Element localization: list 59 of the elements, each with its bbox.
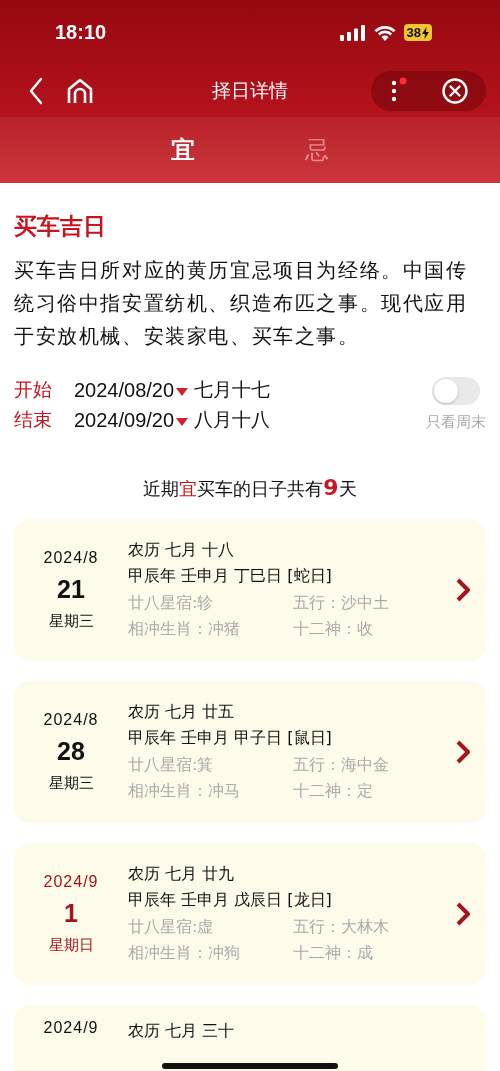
day-number: 21 — [57, 575, 85, 604]
day-card[interactable]: 2024/9 1 星期日 农历 七月 廿九 甲辰年 壬申月 戊辰日 [龙日] 廿八星宿:虚 五行：大林木 相冲生肖：冲狗 十二神：成 — [14, 843, 486, 985]
lunar-date: 八月十八 — [194, 407, 271, 432]
close-icon[interactable] — [441, 77, 470, 105]
weekday-text: 星期三 — [48, 774, 94, 793]
detail-text: 相冲生肖：冲狗 — [128, 942, 241, 964]
caret-icon — [176, 417, 189, 426]
detail-text: 五行：海中金 — [293, 754, 390, 776]
month-text: 2024/9 — [43, 1019, 99, 1037]
chevron-right-icon — [456, 578, 470, 602]
summary-text: 近期宜买车的日子共有9天 — [142, 475, 358, 501]
ganzhi-text: 甲辰年 壬申月 甲子日 [鼠日] — [128, 727, 333, 749]
detail-text: 十二神：成 — [293, 942, 374, 964]
caret-icon — [176, 387, 189, 396]
day-card[interactable]: 2024/9 农历 七月 三十 — [14, 1005, 486, 1071]
range-label: 结束 — [14, 407, 53, 432]
detail-text: 廿八星宿:箕 — [128, 754, 215, 776]
range-label: 开始 — [14, 377, 53, 402]
day-card[interactable]: 2024/8 28 星期三 农历 七月 廿五 甲辰年 壬申月 甲子日 [鼠日] 廿八星宿:箕 五行：海中金 相冲生肖：冲马 十二神：定 — [14, 681, 486, 823]
detail-text: 相冲生肖：冲马 — [128, 780, 241, 802]
detail-text: 十二神：收 — [293, 618, 374, 640]
ganzhi-text: 甲辰年 壬申月 戊辰日 [龙日] — [128, 889, 333, 911]
charging-icon — [422, 26, 429, 39]
weekday-text: 星期日 — [48, 936, 94, 955]
lunar-text: 农历 七月 廿九 — [128, 863, 236, 885]
wifi-icon — [373, 24, 396, 41]
ganzhi-text: 甲辰年 壬申月 丁巳日 [蛇日] — [128, 565, 333, 587]
tab[interactable]: 宜 — [161, 117, 205, 183]
status-time: 18:10 — [55, 21, 107, 44]
weekend-switch[interactable] — [432, 377, 480, 405]
section-heading: 买车吉日 — [14, 212, 107, 241]
day-card[interactable]: 2024/8 21 星期三 农历 七月 十八 甲辰年 壬申月 丁巳日 [蛇日] 廿八星宿:轸 五行：沙中土 相冲生肖：冲猪 十二神：收 — [14, 519, 486, 661]
day-number: 1 — [64, 899, 78, 928]
back-icon[interactable] — [28, 77, 44, 105]
date-picker[interactable]: 2024/09/20 — [74, 408, 189, 432]
lunar-date: 七月十七 — [194, 377, 271, 402]
month-text: 2024/9 — [43, 873, 99, 891]
switch-label: 只看周末 — [426, 413, 486, 432]
month-text: 2024/8 — [43, 549, 99, 567]
home-icon[interactable] — [66, 77, 94, 105]
chevron-right-icon — [456, 902, 470, 926]
detail-text: 十二神：定 — [293, 780, 374, 802]
lunar-text: 农历 七月 廿五 — [128, 701, 236, 723]
date-picker[interactable]: 2024/08/20 — [74, 378, 189, 402]
day-number: 28 — [57, 737, 85, 766]
detail-text: 相冲生肖：冲猪 — [128, 618, 241, 640]
chevron-right-icon — [456, 740, 470, 764]
lunar-text: 农历 七月 十八 — [128, 539, 236, 561]
detail-text: 廿八星宿:轸 — [128, 592, 215, 614]
description-text: 买车吉日所对应的黄历宜忌项目为经络。中国传统习俗中指安置纺机、织造布匹之事。现代应用于安放机械、安装家电、买车之事。 — [14, 257, 469, 350]
month-text: 2024/8 — [43, 711, 99, 729]
detail-text: 廿八星宿:虚 — [128, 916, 215, 938]
weekday-text: 星期三 — [48, 612, 94, 631]
page-title: 择日详情 — [212, 78, 288, 103]
detail-text: 五行：大林木 — [293, 916, 390, 938]
battery-level: 38 — [403, 24, 432, 41]
signal-icon — [339, 24, 366, 41]
detail-text: 五行：沙中土 — [293, 592, 390, 614]
lunar-text: 农历 七月 三十 — [128, 1020, 236, 1042]
